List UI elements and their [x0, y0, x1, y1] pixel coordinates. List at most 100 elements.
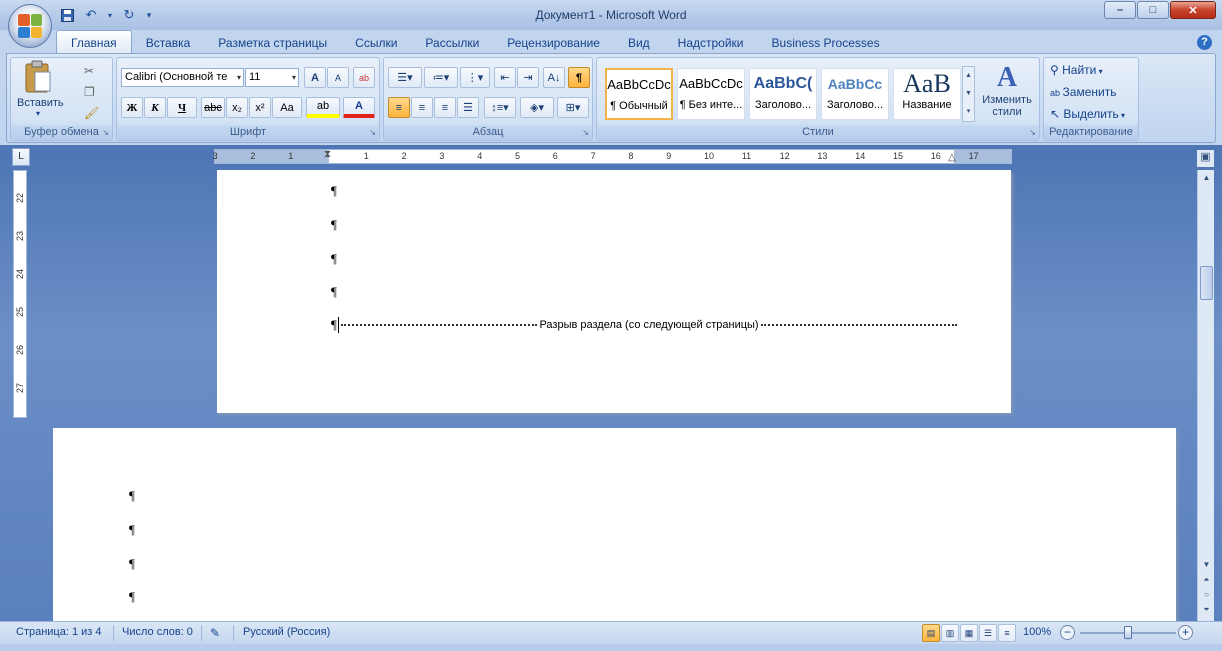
numbering-icon[interactable]: ≔▾ [424, 67, 458, 88]
tab-2[interactable]: Разметка страницы [204, 32, 341, 54]
superscript-button[interactable]: x² [249, 97, 271, 118]
justify-icon[interactable]: ☰ [457, 97, 479, 118]
style-item[interactable]: AaBbCcDc ¶ Обычный [605, 68, 673, 120]
close-button[interactable]: ✕ [1170, 1, 1216, 19]
font-dialog-launcher-icon[interactable]: ↘ [369, 128, 376, 137]
format-painter-icon[interactable]: 🖌 [84, 106, 99, 120]
scroll-down-icon[interactable]: ▼ [1199, 557, 1214, 572]
tab-selector[interactable]: L [12, 148, 30, 166]
grow-font-button[interactable]: A [304, 67, 326, 88]
font-color-button[interactable]: A [343, 97, 375, 118]
zoom-out-icon[interactable]: − [1060, 625, 1075, 640]
shading-icon[interactable]: ◈▾ [520, 97, 554, 118]
shrink-font-button[interactable]: A [327, 67, 349, 88]
tab-8[interactable]: Business Processes [758, 32, 894, 54]
view-ruler-icon[interactable]: ▣ [1197, 150, 1214, 167]
web-layout-icon[interactable]: ▦ [960, 624, 978, 642]
font-size-input[interactable]: 11 ▾ [245, 68, 299, 87]
previous-page-icon[interactable]: ⏶ [1199, 572, 1214, 587]
draft-icon[interactable]: ≡ [998, 624, 1016, 642]
office-button[interactable] [8, 4, 52, 48]
align-right-icon[interactable]: ≡ [434, 97, 456, 118]
paragraph-mark: ¶ [331, 217, 337, 232]
ruler-number: 11 [741, 151, 752, 161]
select-browse-object-icon[interactable]: ○ [1199, 587, 1214, 602]
style-item[interactable]: AaBbCcDc ¶ Без инте... [677, 68, 745, 120]
italic-button[interactable]: К [144, 97, 166, 118]
maximize-button[interactable]: □ [1137, 1, 1169, 19]
paragraph-mark: ¶ [331, 251, 337, 266]
subscript-button[interactable]: x₂ [226, 97, 248, 118]
paste-button[interactable]: Вставить ▾ [17, 60, 64, 124]
ruler-number: 8 [628, 151, 634, 161]
styles-dialog-launcher-icon[interactable]: ↘ [1029, 128, 1036, 137]
zoom-in-icon[interactable]: + [1178, 625, 1193, 640]
horizontal-ruler[interactable]: 3 2 1 1 2 3 4 5 6 7 8 9 10 11 12 13 14 15 16 17 ⧗ △ [213, 149, 1012, 164]
ruler-number: 4 [477, 151, 483, 161]
bold-button[interactable]: Ж [121, 97, 143, 118]
copy-icon[interactable]: ❐ [84, 85, 95, 99]
tab-7[interactable]: Надстройки [664, 32, 758, 54]
tab-6[interactable]: Вид [614, 32, 664, 54]
ruler-margin-left [215, 150, 329, 163]
zoom-slider-thumb[interactable] [1124, 626, 1132, 639]
tab-5[interactable]: Рецензирование [493, 32, 614, 54]
highlight-button[interactable]: ab [306, 97, 340, 118]
style-item[interactable]: AaB Название [893, 68, 961, 120]
vertical-ruler[interactable]: 22 23 24 25 26 27 [13, 170, 27, 418]
word-count[interactable]: Число слов: 0 [122, 626, 193, 638]
styles-scroll[interactable]: ▲ ▼ ▾ [962, 66, 975, 122]
borders-icon[interactable]: ⊞▾ [557, 97, 589, 118]
minimize-button[interactable]: – [1104, 1, 1136, 19]
multilevel-list-icon[interactable]: ⋮▾ [460, 67, 490, 88]
select-button[interactable]: ↖ Выделить ▾ [1050, 107, 1125, 121]
style-sample: AaBbCcDc [679, 76, 743, 91]
page-count[interactable]: Страница: 1 из 4 [16, 626, 102, 638]
scroll-thumb[interactable] [1200, 266, 1213, 300]
sort-icon[interactable]: A↓ [543, 67, 565, 88]
bullets-icon[interactable]: ☰▾ [388, 67, 422, 88]
cut-icon[interactable]: ✂ [84, 64, 94, 78]
tab-1[interactable]: Вставка [132, 32, 205, 54]
tab-0[interactable]: Главная [56, 30, 132, 54]
style-sample: AaBbCcDc [607, 77, 671, 92]
scroll-up-icon[interactable]: ▲ [1199, 170, 1214, 185]
zoom-level[interactable]: 100% [1023, 626, 1051, 638]
line-spacing-icon[interactable]: ↕≡▾ [484, 97, 516, 118]
align-center-icon[interactable]: ≡ [411, 97, 433, 118]
styles-group-label: Стили [597, 125, 1039, 140]
replace-button[interactable]: ab Заменить [1050, 85, 1116, 99]
style-sample: AaBbCc [827, 76, 883, 92]
show-formatting-button[interactable]: ¶ [568, 67, 590, 88]
next-page-icon[interactable]: ⏷ [1199, 602, 1214, 617]
ruler-number: 1 [288, 151, 294, 161]
help-icon[interactable]: ? [1197, 35, 1212, 50]
paragraph-mark: ¶ [129, 589, 135, 604]
change-case-button[interactable]: Aa [272, 97, 302, 118]
underline-button[interactable]: Ч [167, 97, 197, 118]
tab-3[interactable]: Ссылки [341, 32, 411, 54]
proofing-icon[interactable]: ✎ [210, 626, 220, 640]
dialog-launcher-icon[interactable]: ↘ [102, 128, 109, 137]
font-name-input[interactable]: Calibri (Основной те ▾ [121, 68, 244, 87]
print-layout-icon[interactable]: ▤ [922, 624, 940, 642]
change-styles-button[interactable]: A Изменить стили [979, 62, 1035, 124]
right-indent-marker-icon[interactable]: △ [948, 152, 956, 163]
tab-4[interactable]: Рассылки [411, 32, 493, 54]
paragraph-dialog-launcher-icon[interactable]: ↘ [582, 128, 589, 137]
strikethrough-button[interactable]: abc [201, 97, 225, 118]
clear-format-icon[interactable]: ab [353, 67, 375, 88]
style-item[interactable]: AaBbC(Заголово... [749, 68, 817, 120]
document-page[interactable] [53, 428, 1176, 624]
find-button[interactable]: ⚲ Найти ▾ [1050, 63, 1103, 77]
decrease-indent-icon[interactable]: ⇤ [494, 67, 516, 88]
style-item[interactable]: AaBbCc Заголово... [821, 68, 889, 120]
full-screen-reading-icon[interactable]: ▥ [941, 624, 959, 642]
align-left-icon[interactable]: ≡ [388, 97, 410, 118]
indent-marker-icon[interactable]: ⧗ [324, 149, 331, 160]
outline-icon[interactable]: ☰ [979, 624, 997, 642]
language-indicator[interactable]: Русский (Россия) [243, 626, 330, 638]
increase-indent-icon[interactable]: ⇥ [517, 67, 539, 88]
vertical-scrollbar[interactable]: ▲ ▼ ⏶ ○ ⏷ [1197, 170, 1214, 622]
ruler-number: 9 [666, 151, 672, 161]
